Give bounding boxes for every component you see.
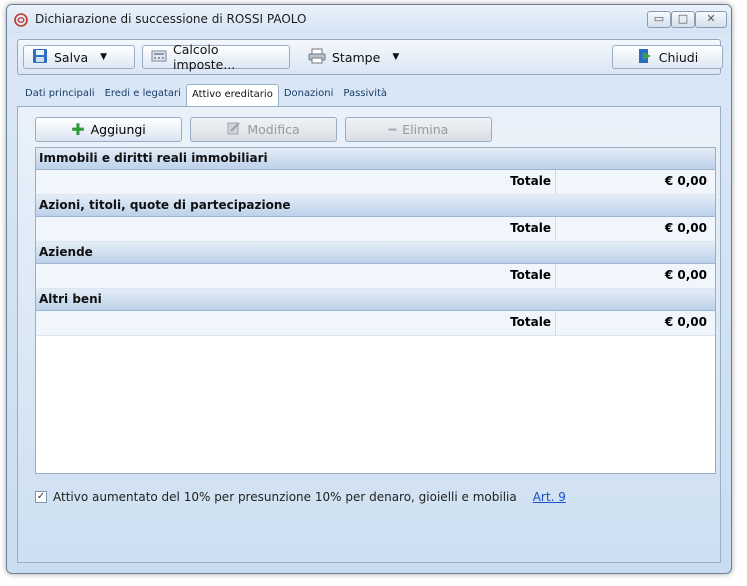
presunzione-checkbox-row: ✓ Attivo aumentato del 10% per presunzio… <box>35 490 566 504</box>
total-value: € 0,00 <box>664 268 707 282</box>
save-label: Salva <box>54 49 89 65</box>
column-divider <box>555 311 556 335</box>
total-row[interactable]: Totale € 0,00 <box>36 170 715 195</box>
tab-attivo-ereditario[interactable]: Attivo ereditario <box>185 84 279 106</box>
column-divider <box>555 217 556 241</box>
total-label: Totale <box>510 174 551 188</box>
tab-bar: Dati principali Eredi e legatari Attivo … <box>20 84 392 106</box>
maximize-button[interactable]: □ <box>671 11 695 28</box>
aggiungi-label: Aggiungi <box>90 122 146 137</box>
total-row[interactable]: Totale € 0,00 <box>36 311 715 336</box>
total-label: Totale <box>510 221 551 235</box>
total-value: € 0,00 <box>664 315 707 329</box>
calculator-icon <box>151 49 167 66</box>
calcolo-label: Calcolo imposte... <box>173 42 236 72</box>
total-value: € 0,00 <box>664 221 707 235</box>
app-logo-icon <box>14 12 28 31</box>
title-bar: Dichiarazione di successione di ROSSI PA… <box>7 5 731 33</box>
total-value: € 0,00 <box>664 174 707 188</box>
minimize-button[interactable]: ▭ <box>647 11 671 28</box>
presunzione-label: Attivo aumentato del 10% per presunzione… <box>53 490 517 504</box>
total-label: Totale <box>510 268 551 282</box>
aggiungi-button[interactable]: ✚ Aggiungi <box>35 117 182 142</box>
modifica-label: Modifica <box>247 122 300 137</box>
total-label: Totale <box>510 315 551 329</box>
exit-door-icon <box>637 48 653 67</box>
category-header: Altri beni <box>36 289 715 311</box>
attivo-grid: Immobili e diritti reali immobiliari Tot… <box>35 147 716 474</box>
tab-dati-principali[interactable]: Dati principali <box>20 84 100 106</box>
stampe-label: Stampe <box>332 49 381 65</box>
tab-passivita[interactable]: Passività <box>338 84 392 106</box>
chiudi-label: Chiudi <box>658 49 699 65</box>
total-row[interactable]: Totale € 0,00 <box>36 217 715 242</box>
presunzione-checkbox[interactable]: ✓ <box>35 491 47 503</box>
save-button[interactable]: Salva ▼ <box>23 45 135 69</box>
stampe-button[interactable]: Stampe ▼ <box>299 45 412 69</box>
plus-icon: ✚ <box>71 120 85 139</box>
column-divider <box>555 264 556 288</box>
elimina-label: Elimina <box>402 122 449 137</box>
art-9-link[interactable]: Art. 9 <box>533 490 566 504</box>
category-header: Aziende <box>36 242 715 264</box>
calcolo-imposte-button[interactable]: Calcolo imposte... <box>142 42 290 72</box>
floppy-disk-icon <box>32 48 48 67</box>
modifica-button[interactable]: Modifica <box>190 117 337 142</box>
total-row[interactable]: Totale € 0,00 <box>36 264 715 289</box>
main-window: Dichiarazione di successione di ROSSI PA… <box>6 4 732 574</box>
close-window-button[interactable]: ✕ <box>695 11 727 28</box>
elimina-button[interactable]: ━ Elimina <box>345 117 492 142</box>
window-title: Dichiarazione di successione di ROSSI PA… <box>35 12 307 26</box>
chiudi-button[interactable]: Chiudi <box>612 45 723 69</box>
printer-icon <box>308 48 326 67</box>
chevron-down-icon[interactable]: ▼ <box>100 52 107 62</box>
tab-content-panel: ✚ Aggiungi Modifica ━ Elimina Immobili e… <box>17 106 721 563</box>
edit-icon <box>227 121 241 138</box>
chevron-down-icon[interactable]: ▼ <box>392 52 399 62</box>
column-divider <box>555 170 556 194</box>
minus-icon: ━ <box>388 122 397 137</box>
category-header: Azioni, titoli, quote di partecipazione <box>36 195 715 217</box>
tab-eredi-legatari[interactable]: Eredi e legatari <box>100 84 186 106</box>
category-header: Immobili e diritti reali immobiliari <box>36 148 715 170</box>
tab-donazioni[interactable]: Donazioni <box>279 84 339 106</box>
toolbar: Salva ▼ Calcolo imposte... Stampe ▼ Chiu… <box>17 39 723 75</box>
